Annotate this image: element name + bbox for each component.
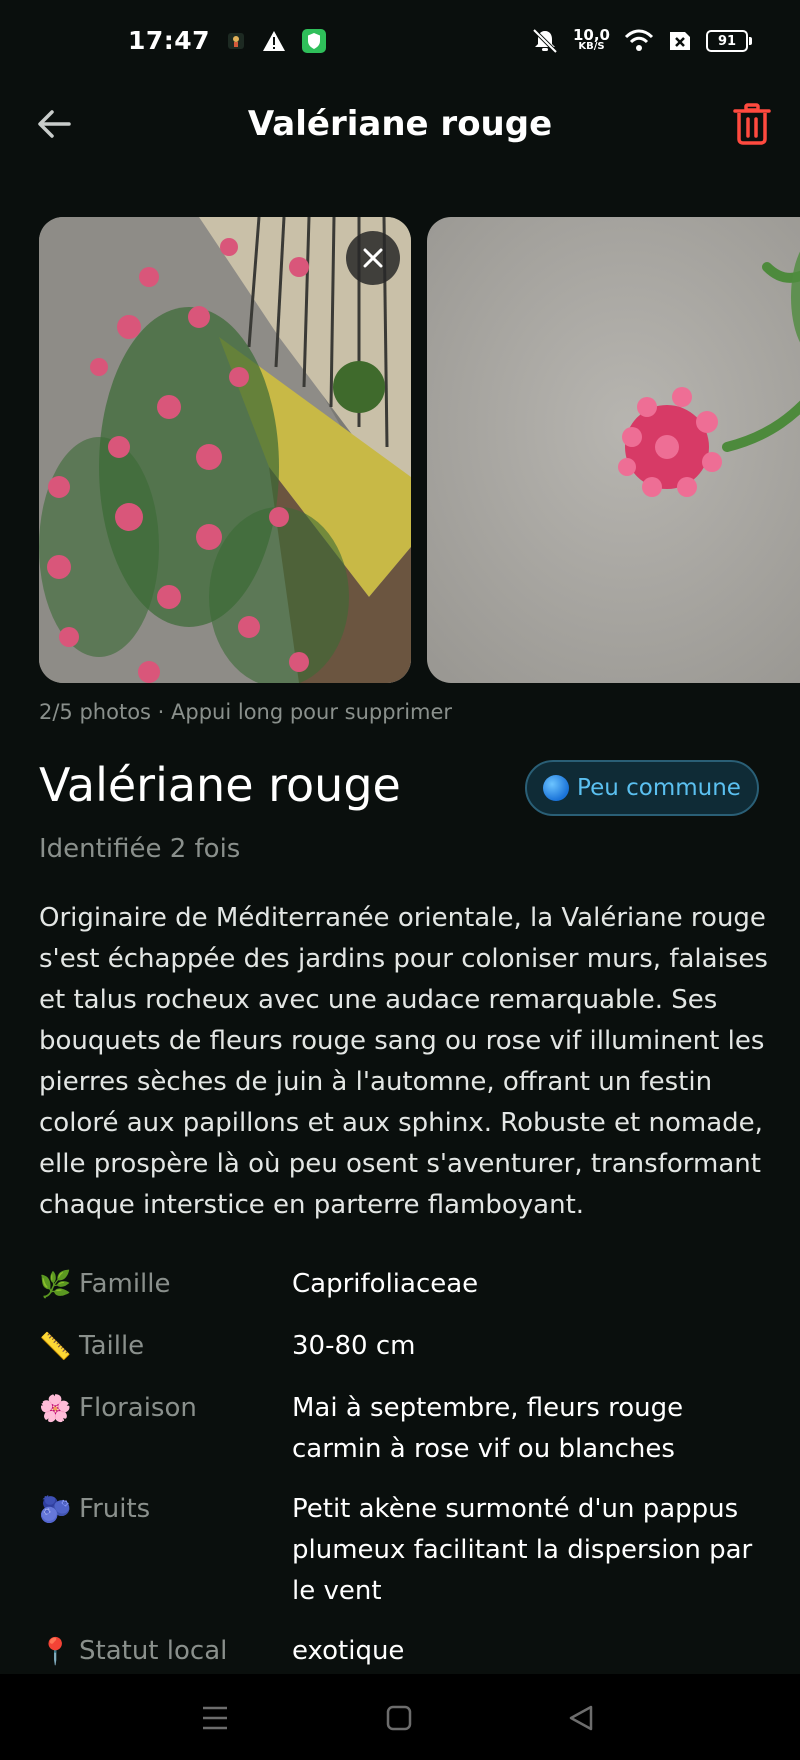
photo-gallery[interactable] bbox=[39, 217, 800, 683]
trash-icon bbox=[733, 103, 771, 145]
home-button[interactable] bbox=[381, 1700, 417, 1736]
warning-icon bbox=[262, 30, 286, 52]
blue-circle-icon bbox=[543, 775, 570, 801]
status-time: 17:47 bbox=[128, 26, 211, 55]
photo-thumbnail-1[interactable] bbox=[39, 217, 411, 683]
photo-thumbnail-2[interactable] bbox=[427, 217, 800, 683]
net-speed-value: 10,0 bbox=[572, 26, 610, 44]
menu-icon bbox=[203, 1706, 227, 1730]
recent-apps-button[interactable] bbox=[197, 1700, 233, 1736]
top-app-bar: Valériane rouge bbox=[0, 88, 800, 160]
blossom-icon: 🌸 bbox=[39, 1393, 72, 1424]
detail-label: 📏 Taille bbox=[39, 1331, 145, 1362]
pin-icon: 📍 bbox=[39, 1636, 72, 1667]
battery-icon: 91 bbox=[706, 30, 752, 52]
detail-value: Caprifoliaceae bbox=[292, 1269, 479, 1299]
species-description: Originaire de Méditerranée orientale, la… bbox=[39, 903, 768, 1220]
ruler-icon: 📏 bbox=[39, 1331, 72, 1362]
photo-count-hint: 2/5 photos · Appui long pour supprimer bbox=[39, 700, 453, 724]
status-bar: 17:47 10,0 KB/S 91 bbox=[0, 0, 800, 88]
detail-label: 🫐 Fruits bbox=[39, 1494, 151, 1525]
detail-value: Mai à septembre, fleurs rouge carmin à r… bbox=[292, 1393, 684, 1464]
page-title: Valériane rouge bbox=[247, 104, 553, 144]
net-speed-unit: KB/S bbox=[578, 41, 605, 52]
herb-icon: 🌿 bbox=[39, 1269, 72, 1300]
identification-count: Identifiée 2 fois bbox=[39, 834, 241, 864]
back-nav-button[interactable] bbox=[563, 1700, 599, 1736]
species-name: Valériane rouge bbox=[39, 758, 401, 812]
system-nav-bar bbox=[0, 1674, 800, 1760]
sim-x-icon bbox=[668, 30, 692, 52]
rarity-label: Peu commune bbox=[577, 775, 741, 801]
detail-value: Petit akène surmonté d'un pappus plumeux… bbox=[292, 1494, 753, 1606]
remove-photo-button[interactable] bbox=[346, 231, 400, 285]
mute-icon bbox=[531, 28, 559, 54]
berries-icon: 🫐 bbox=[39, 1494, 72, 1525]
rarity-badge: Peu commune bbox=[525, 760, 759, 816]
net-speed: 10,0 KB/S bbox=[572, 26, 610, 53]
app-notification-icon bbox=[226, 31, 246, 51]
shield-icon bbox=[302, 28, 327, 53]
wifi-icon bbox=[624, 29, 654, 53]
home-icon bbox=[386, 1705, 412, 1731]
detail-value: 30-80 cm bbox=[292, 1331, 416, 1361]
detail-label: 🌿 Famille bbox=[39, 1269, 171, 1300]
detail-value: exotique bbox=[292, 1636, 405, 1666]
back-triangle-icon bbox=[569, 1705, 593, 1731]
delete-button[interactable] bbox=[728, 100, 776, 148]
detail-label: 🌸 Floraison bbox=[39, 1393, 197, 1424]
detail-label: 📍 Statut local bbox=[39, 1636, 228, 1667]
close-icon bbox=[363, 248, 383, 268]
